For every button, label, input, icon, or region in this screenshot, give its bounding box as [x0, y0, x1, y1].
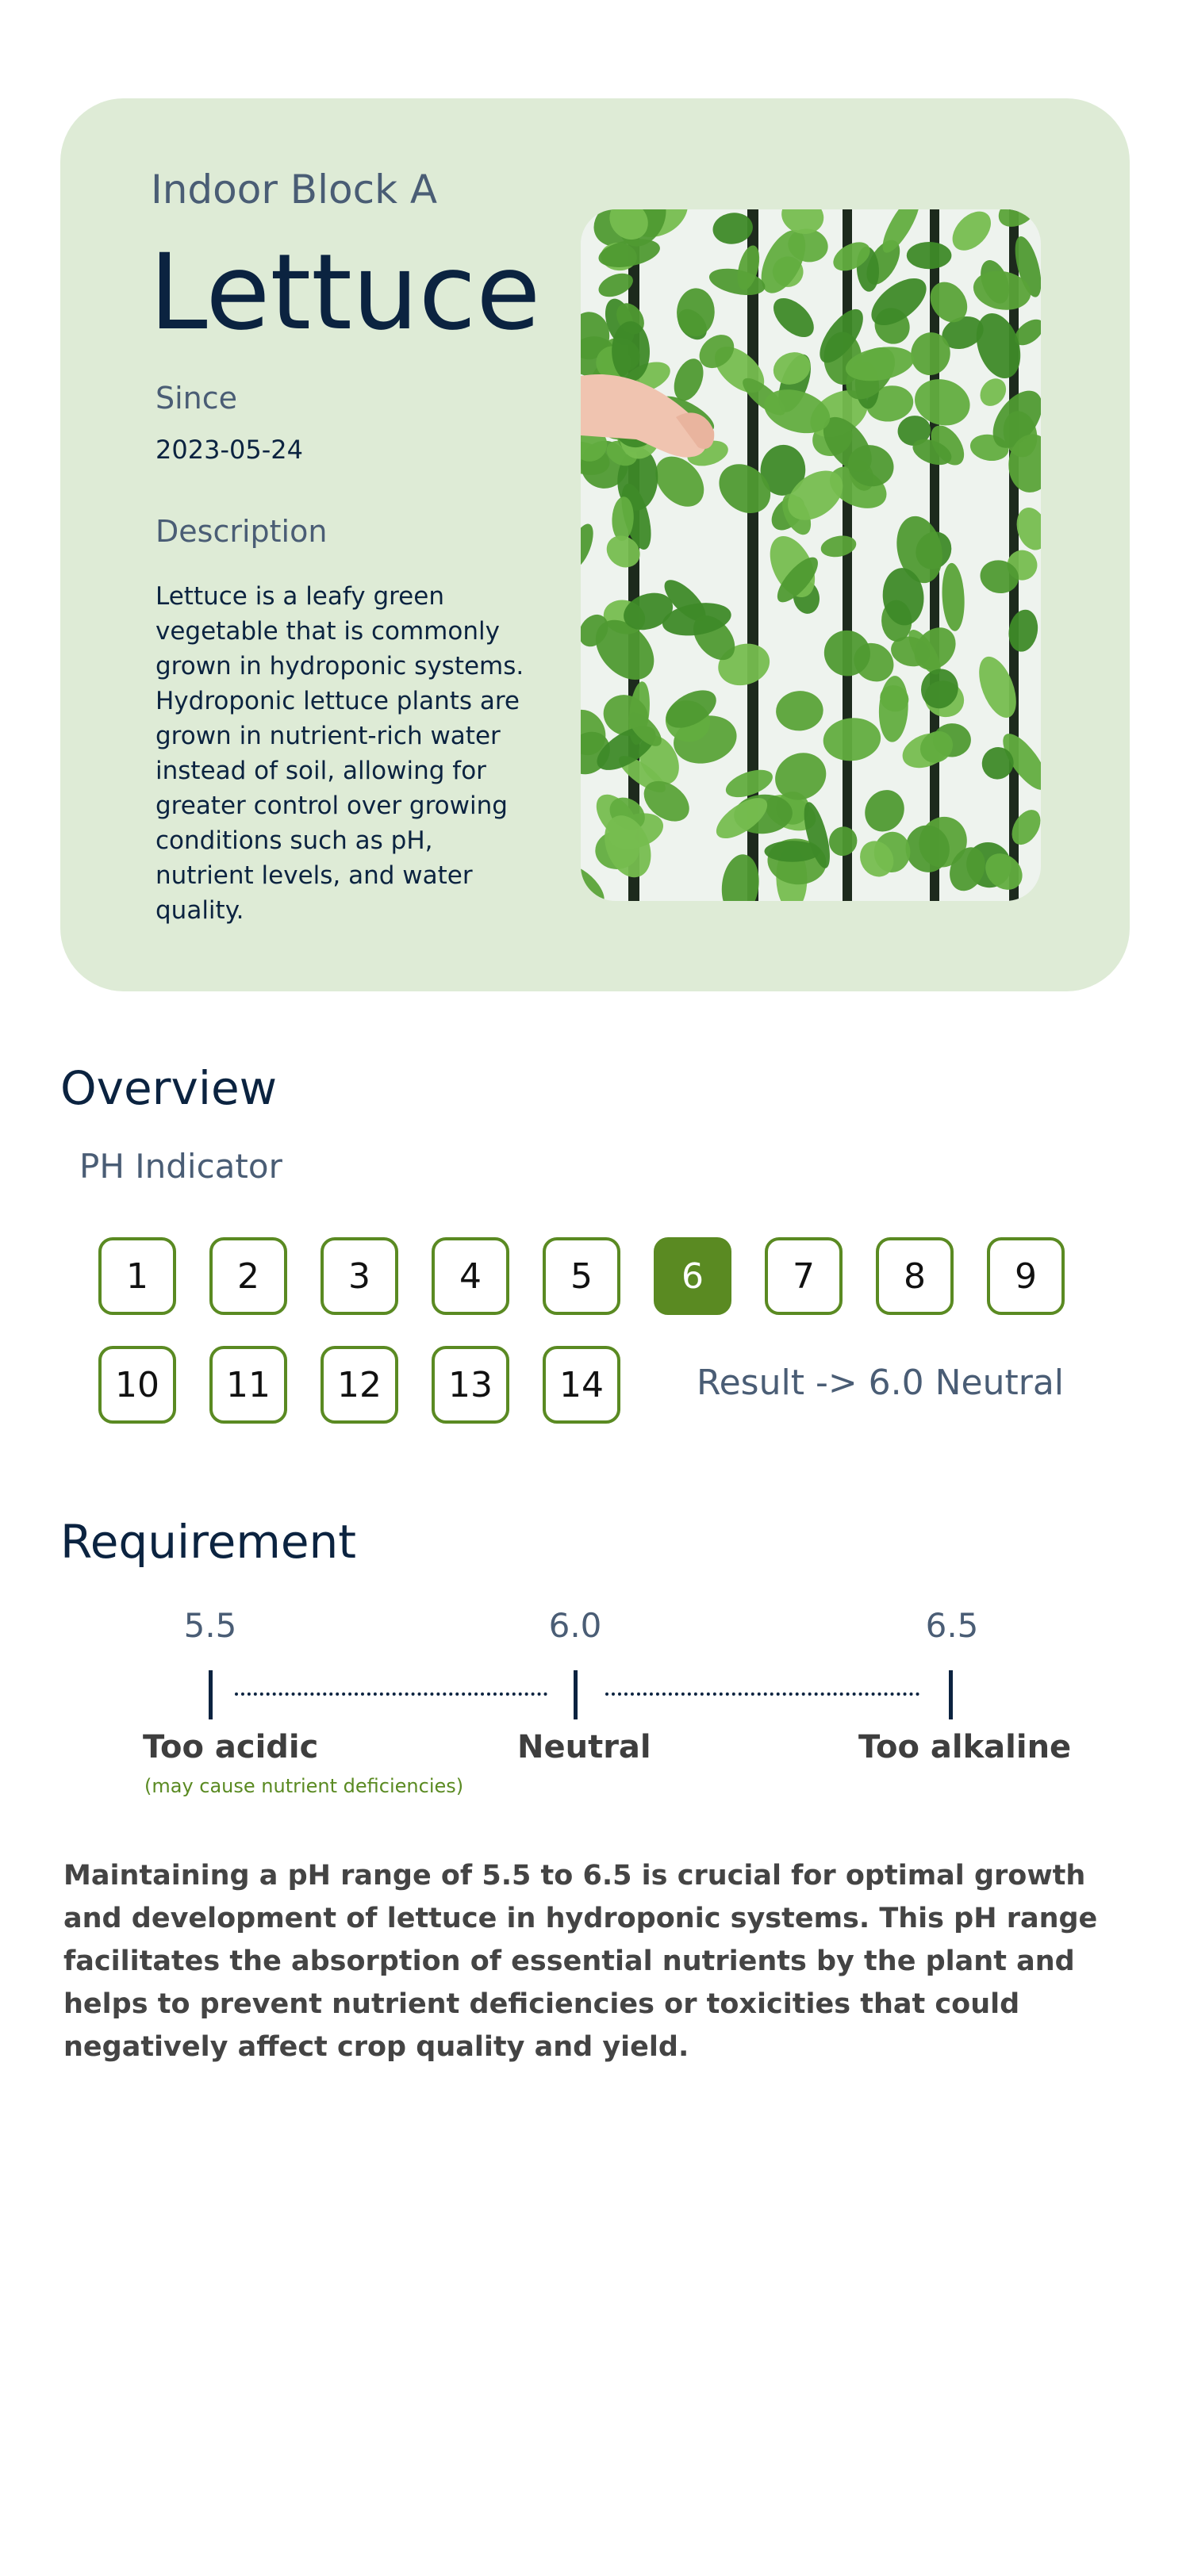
lettuce-photo	[581, 209, 1041, 901]
ph-button-4[interactable]: 4	[432, 1237, 509, 1315]
ph-result: Result -> 6.0 Neutral	[697, 1363, 1065, 1403]
range-line-left	[235, 1692, 547, 1696]
ph-indicator-label: PH Indicator	[79, 1147, 282, 1186]
overview-title: Overview	[60, 1061, 278, 1115]
block-name: Indoor Block A	[151, 167, 438, 213]
requirement-text: Maintaining a pH range of 5.5 to 6.5 is …	[63, 1860, 1098, 2063]
ph-button-10[interactable]: 10	[98, 1346, 176, 1424]
tick-value-mid: 6.0	[548, 1606, 602, 1645]
ph-button-3[interactable]: 3	[321, 1237, 398, 1315]
ph-button-12[interactable]: 12	[321, 1346, 398, 1424]
ph-button-9[interactable]: 9	[987, 1237, 1065, 1315]
since-value: 2023-05-24	[155, 435, 303, 465]
tick-mark-low	[209, 1670, 213, 1719]
tick-value-low: 5.5	[183, 1606, 237, 1645]
ph-button-8[interactable]: 8	[876, 1237, 954, 1315]
tick-name-low: Too acidic	[143, 1729, 319, 1765]
ph-button-7[interactable]: 7	[765, 1237, 843, 1315]
ph-button-1[interactable]: 1	[98, 1237, 176, 1315]
tick-name-mid: Neutral	[517, 1729, 651, 1765]
crop-title: Lettuce	[149, 232, 541, 354]
range-line-right	[605, 1692, 919, 1696]
requirement-title: Requirement	[60, 1515, 357, 1569]
tick-name-high: Too alkaline	[858, 1729, 1072, 1765]
ph-button-2[interactable]: 2	[209, 1237, 287, 1315]
ph-button-13[interactable]: 13	[432, 1346, 509, 1424]
description-text: Lettuce is a leafy green vegetable that …	[155, 582, 524, 925]
since-label: Since	[155, 381, 238, 416]
tick-value-high: 6.5	[925, 1606, 979, 1645]
tick-mark-high	[949, 1670, 953, 1719]
tick-mark-mid	[574, 1670, 578, 1719]
ph-button-5[interactable]: 5	[543, 1237, 620, 1315]
ph-button-6[interactable]: 6	[654, 1237, 731, 1315]
ph-button-14[interactable]: 14	[543, 1346, 620, 1424]
tick-note-low: (may cause nutrient deficiencies)	[144, 1775, 464, 1797]
description-label: Description	[155, 514, 328, 549]
ph-button-11[interactable]: 11	[209, 1346, 287, 1424]
hydroponic-lettuce-icon	[581, 209, 1041, 901]
